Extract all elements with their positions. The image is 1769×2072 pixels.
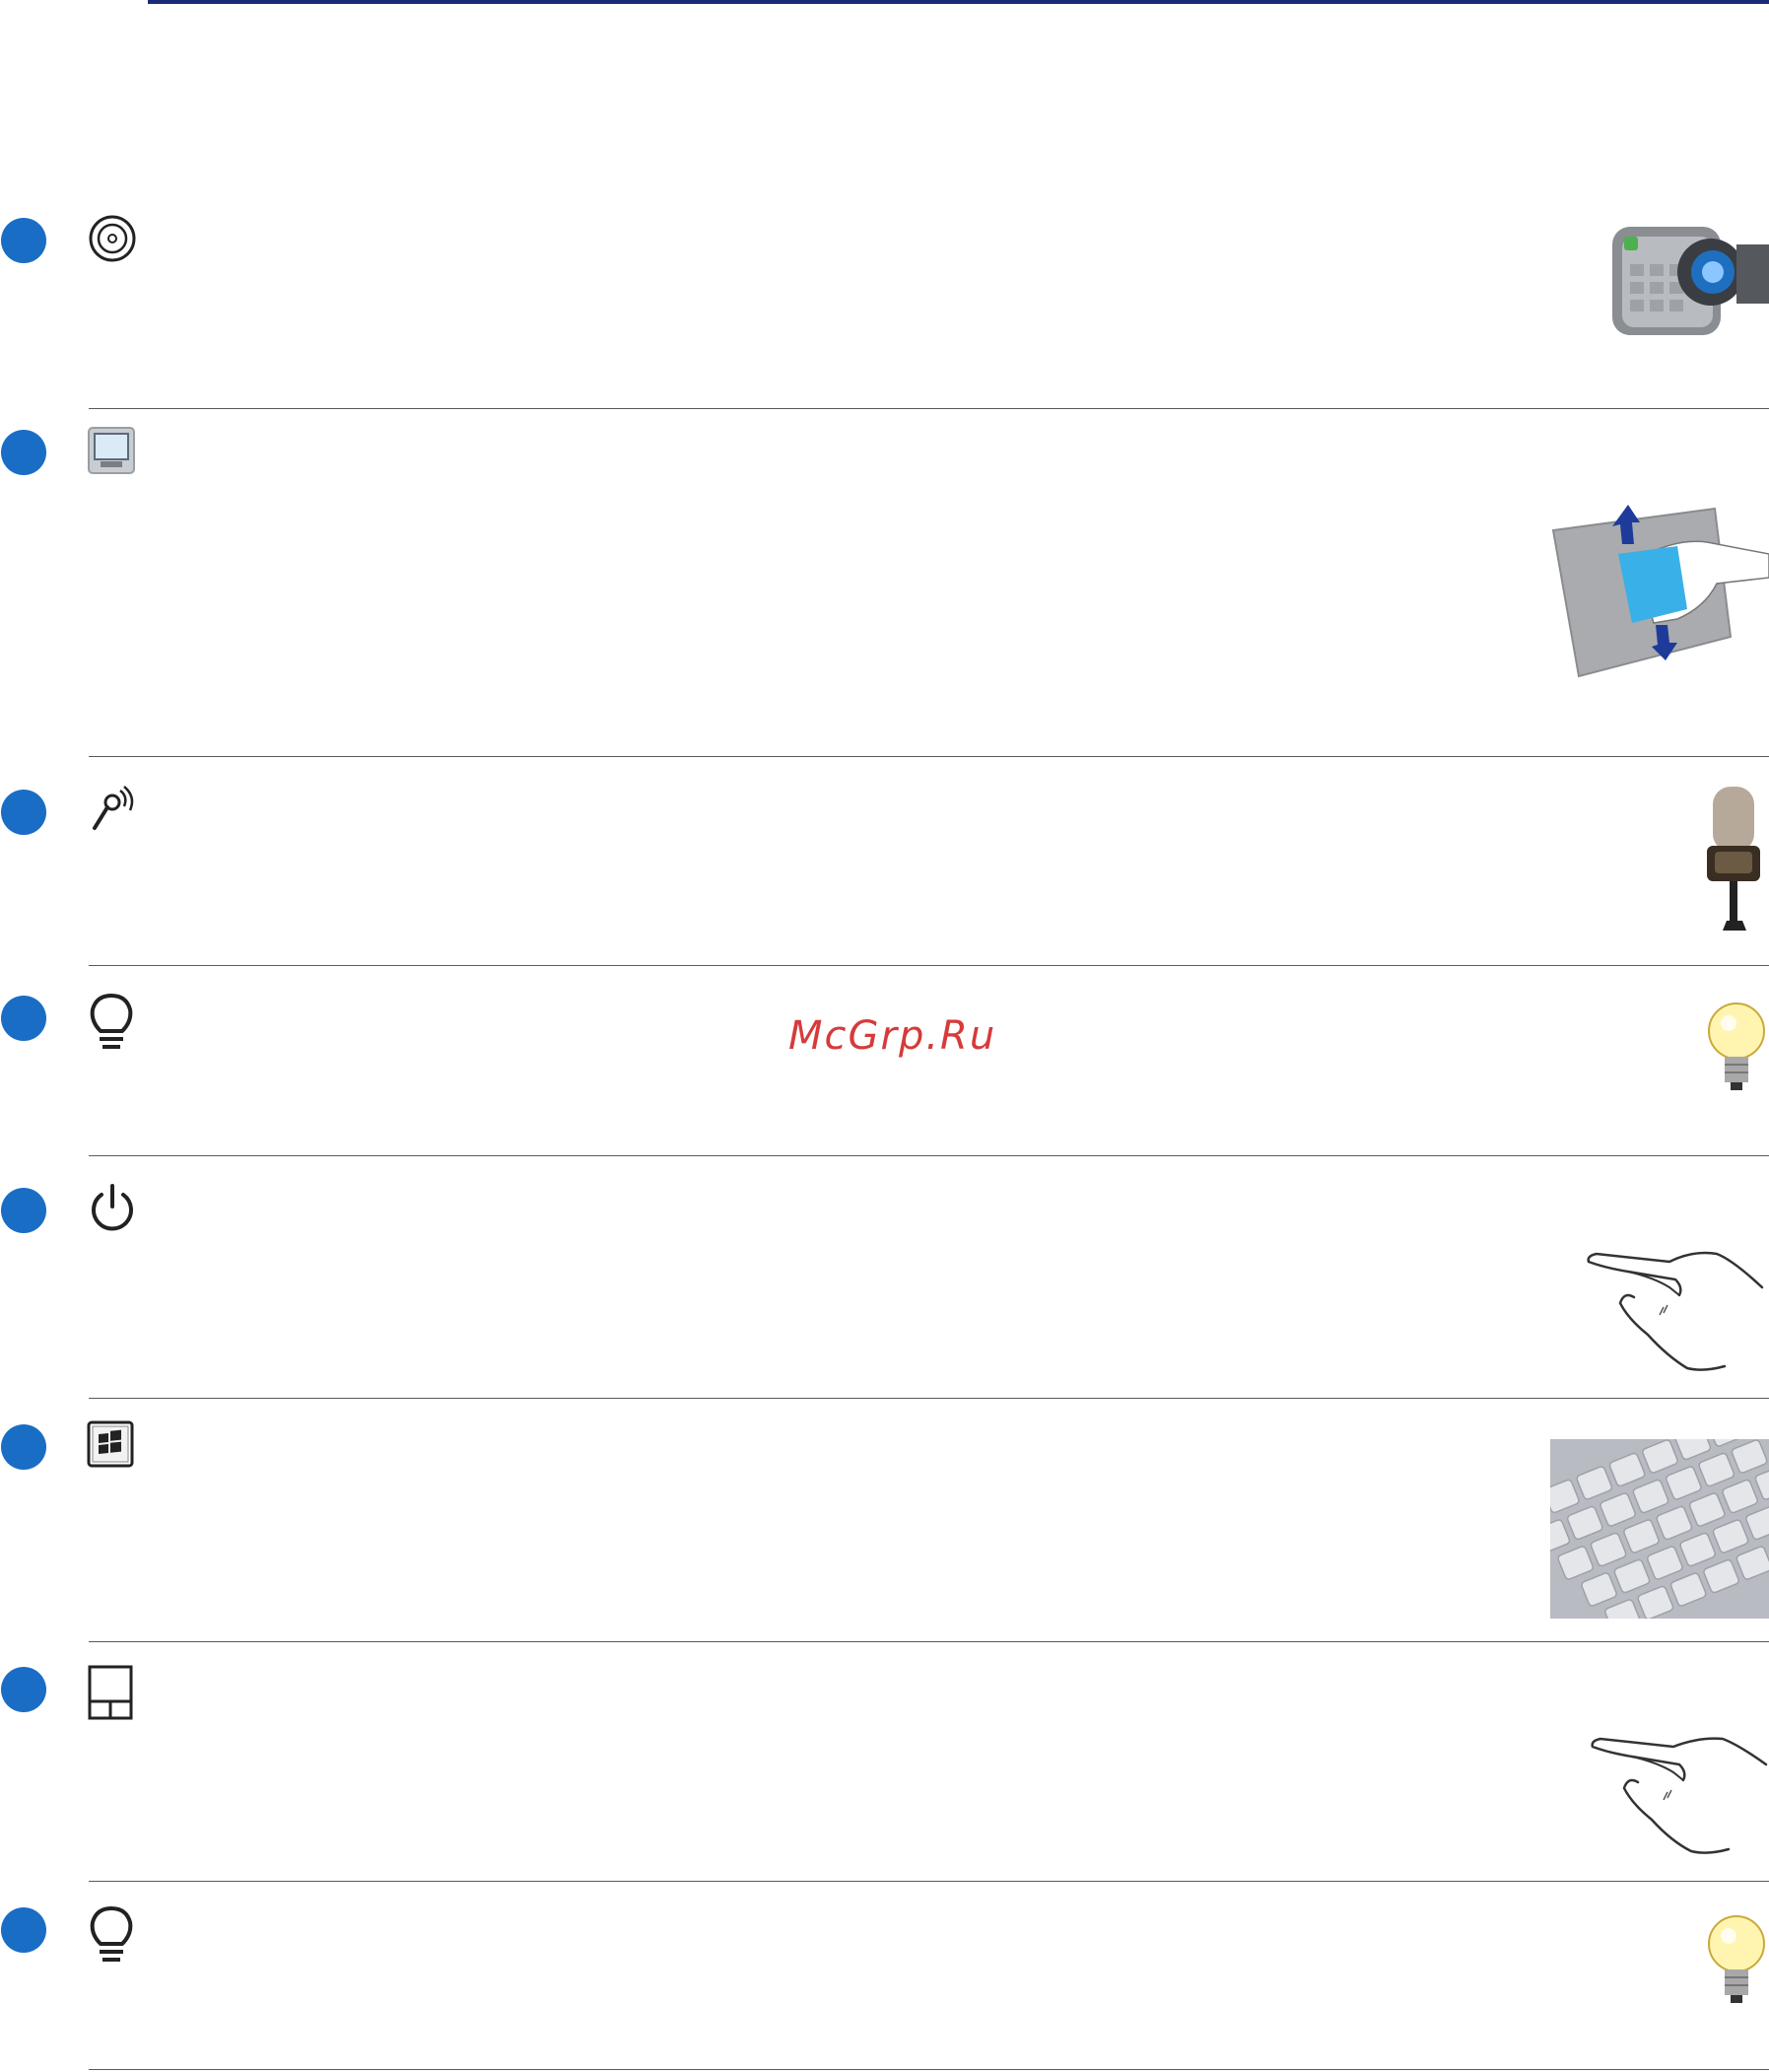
power-icon	[87, 1183, 138, 1234]
item-bullet-4	[1, 996, 46, 1041]
indicator-lightbulb-icon	[87, 992, 136, 1055]
section-divider	[89, 965, 1769, 966]
top-rule	[148, 0, 1769, 4]
camera-lens-icon	[87, 213, 138, 264]
section-divider	[89, 1641, 1769, 1642]
touchpad-icon	[87, 1664, 134, 1721]
section-divider	[89, 1398, 1769, 1399]
finger-touchpad-illustration	[1589, 1733, 1769, 1857]
section-divider	[89, 2069, 1769, 2070]
finger-press-illustration	[1585, 1248, 1769, 1372]
lightbulb-illustration	[1703, 1912, 1769, 2007]
windows-key-icon	[87, 1420, 134, 1468]
screen-cleaning-illustration	[1549, 499, 1769, 680]
watermark-text: McGrp.Ru	[788, 1013, 997, 1059]
item-bullet-5	[1, 1188, 46, 1233]
status-lightbulb-icon	[87, 1904, 136, 1968]
keyboard-illustration	[1550, 1439, 1769, 1619]
item-bullet-1	[1, 218, 46, 263]
section-divider	[89, 1881, 1769, 1882]
microphone-icon	[87, 785, 138, 836]
studio-microphone-illustration	[1697, 783, 1769, 931]
item-bullet-6	[1, 1424, 46, 1470]
lightbulb-illustration	[1703, 1000, 1769, 1094]
item-bullet-8	[1, 1907, 46, 1953]
display-panel-icon	[87, 426, 136, 475]
section-divider	[89, 756, 1769, 757]
section-divider	[89, 408, 1769, 409]
camcorder-illustration	[1608, 215, 1769, 351]
item-bullet-3	[1, 790, 46, 835]
item-bullet-7	[1, 1667, 46, 1712]
item-bullet-2	[1, 430, 46, 475]
section-divider	[89, 1155, 1769, 1156]
